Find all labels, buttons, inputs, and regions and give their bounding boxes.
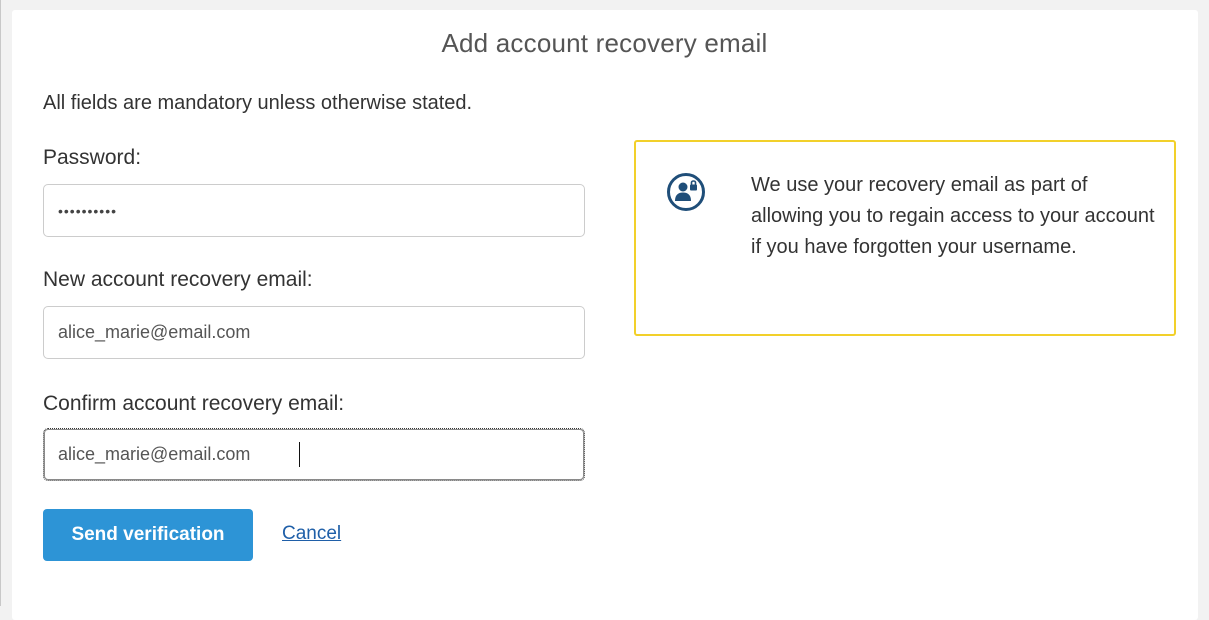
password-label: Password: bbox=[43, 146, 142, 169]
confirm-recovery-email-field[interactable] bbox=[43, 428, 585, 481]
mandatory-fields-note: All fields are mandatory unless otherwis… bbox=[43, 92, 473, 114]
cancel-link[interactable]: Cancel bbox=[282, 523, 341, 545]
send-verification-button[interactable]: Send verification bbox=[43, 509, 253, 561]
page-title: Add account recovery email bbox=[441, 28, 768, 58]
confirm-recovery-email-label: Confirm account recovery email: bbox=[43, 392, 345, 415]
info-callout: We use your recovery email as part of al… bbox=[634, 140, 1176, 336]
new-recovery-email-field[interactable] bbox=[43, 306, 585, 359]
new-recovery-email-label: New account recovery email: bbox=[43, 268, 313, 291]
info-callout-text: We use your recovery email as part of al… bbox=[751, 174, 1155, 258]
user-lock-icon bbox=[667, 173, 705, 211]
password-field[interactable] bbox=[43, 184, 585, 237]
text-cursor bbox=[299, 442, 300, 467]
window-edge bbox=[0, 0, 1, 606]
